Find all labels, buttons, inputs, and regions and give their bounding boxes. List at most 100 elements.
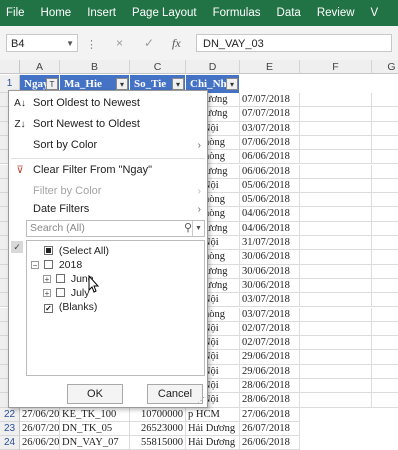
- row-header[interactable]: 23: [0, 422, 20, 436]
- table-cell[interactable]: 07/07/2018: [240, 93, 300, 108]
- menu-item-sort-by-color[interactable]: Sort by Color ›: [9, 135, 207, 156]
- row-header[interactable]: 24: [0, 436, 20, 450]
- table-cell[interactable]: 30/06/2018: [240, 250, 300, 265]
- table-cell[interactable]: 26/06/2018: [240, 436, 300, 450]
- table-cell[interactable]: 07/06/2018: [240, 135, 300, 151]
- table-cell[interactable]: [300, 164, 372, 179]
- table-cell[interactable]: 03/07/2018: [240, 121, 300, 136]
- table-cell[interactable]: [372, 207, 398, 222]
- table-cell[interactable]: [300, 250, 372, 265]
- column-header-d[interactable]: D: [186, 60, 240, 74]
- table-cell[interactable]: [300, 264, 372, 279]
- table-cell[interactable]: [372, 236, 398, 251]
- table-cell[interactable]: [372, 107, 398, 122]
- tab-file[interactable]: File: [0, 7, 33, 19]
- table-cell[interactable]: Hải Dương: [186, 436, 240, 450]
- checkbox-blanks[interactable]: ✓: [43, 304, 53, 313]
- table-cell[interactable]: [372, 279, 398, 294]
- table-cell[interactable]: [372, 165, 398, 179]
- table-cell[interactable]: 02/07/2018: [240, 336, 300, 351]
- chevron-down-icon[interactable]: ▼: [192, 221, 204, 236]
- table-cell[interactable]: 26/07/2018: [20, 422, 60, 436]
- checkbox-july[interactable]: [55, 288, 65, 297]
- table-cell[interactable]: [300, 207, 372, 222]
- table-cell[interactable]: [372, 379, 398, 394]
- table-cell[interactable]: [300, 393, 372, 408]
- table-cell[interactable]: [300, 193, 372, 208]
- filter-dropdown-icon[interactable]: ▾: [116, 78, 128, 90]
- table-cell[interactable]: 28/06/2018: [240, 393, 300, 408]
- table-cell[interactable]: [300, 307, 372, 322]
- table-cell[interactable]: 26/07/2018: [240, 422, 300, 436]
- table-cell[interactable]: [372, 179, 398, 194]
- column-header-c[interactable]: C: [130, 60, 186, 74]
- tree-item-select-all[interactable]: (Select All): [31, 244, 109, 258]
- column-header-e[interactable]: E: [240, 60, 300, 74]
- table-cell[interactable]: [372, 136, 398, 151]
- table-cell[interactable]: Hải Dương: [186, 422, 240, 436]
- filter-dropdown-icon[interactable]: ▾: [172, 78, 184, 90]
- table-cell[interactable]: [372, 365, 398, 379]
- table-cell[interactable]: 30/06/2018: [240, 264, 300, 279]
- column-header-f[interactable]: F: [300, 60, 372, 74]
- menu-item-sort-newest[interactable]: Z↓ Sort Newest to Oldest: [9, 114, 207, 135]
- search-icon[interactable]: ⚲: [184, 221, 192, 236]
- table-cell[interactable]: [372, 308, 398, 322]
- filter-value-list[interactable]: (Select All) − 2018 + June + July ✓ (Bla…: [26, 240, 205, 376]
- table-cell[interactable]: 27/06/2018: [20, 408, 60, 422]
- tree-item-blanks[interactable]: ✓ (Blanks): [31, 300, 97, 314]
- table-cell[interactable]: 03/07/2018: [240, 307, 300, 322]
- column-header-g[interactable]: G: [372, 60, 398, 74]
- table-cell[interactable]: [300, 150, 372, 165]
- table-cell[interactable]: 05/06/2018: [240, 193, 300, 208]
- tree-item-2018[interactable]: − 2018: [31, 258, 82, 272]
- table-cell[interactable]: 29/06/2018: [240, 364, 300, 379]
- filter-search-input[interactable]: Search (All) ⚲ ▼: [26, 220, 205, 237]
- menu-item-clear-filter[interactable]: ⊽ Clear Filter From "Ngay": [9, 160, 207, 181]
- menu-item-sort-oldest[interactable]: A↓ Sort Oldest to Newest: [9, 93, 207, 114]
- ok-button[interactable]: OK: [67, 384, 123, 404]
- table-cell[interactable]: [300, 350, 372, 365]
- column-header-b[interactable]: B: [60, 60, 130, 74]
- cancel-entry-button[interactable]: ×: [116, 36, 123, 50]
- table-cell[interactable]: [372, 250, 398, 265]
- table-cell[interactable]: [372, 393, 398, 408]
- table-cell[interactable]: [300, 93, 372, 108]
- table-cell[interactable]: 03/07/2018: [240, 293, 300, 308]
- table-cell[interactable]: [372, 222, 398, 236]
- menu-item-date-filters[interactable]: Date Filters ›: [9, 199, 207, 220]
- table-cell[interactable]: 04/06/2018: [240, 207, 300, 222]
- table-cell[interactable]: 27/06/2018: [240, 408, 300, 422]
- table-cell[interactable]: [372, 322, 398, 337]
- table-cell[interactable]: [300, 278, 372, 294]
- table-cell[interactable]: [372, 150, 398, 165]
- table-cell[interactable]: [300, 236, 372, 251]
- table-cell[interactable]: DN_TK_05: [60, 422, 130, 436]
- tab-view[interactable]: V: [363, 7, 387, 19]
- table-cell[interactable]: [372, 336, 398, 351]
- table-cell[interactable]: [372, 93, 398, 108]
- table-cell[interactable]: 02/07/2018: [240, 321, 300, 337]
- insert-function-button[interactable]: fx: [172, 36, 181, 51]
- select-all-corner[interactable]: [0, 60, 20, 74]
- table-cell[interactable]: [372, 122, 398, 136]
- table-cell[interactable]: [300, 107, 372, 122]
- expand-icon[interactable]: +: [43, 289, 51, 298]
- table-cell[interactable]: [300, 379, 372, 394]
- tab-home[interactable]: Home: [33, 7, 80, 19]
- cancel-button[interactable]: Cancel: [147, 384, 203, 404]
- table-cell[interactable]: [300, 336, 372, 351]
- tree-item-june[interactable]: + June: [43, 272, 94, 286]
- tree-item-july[interactable]: + July: [43, 286, 90, 300]
- chevron-down-icon[interactable]: ▼: [66, 35, 74, 53]
- tab-page-layout[interactable]: Page Layout: [124, 7, 205, 19]
- table-cell[interactable]: 28/06/2018: [240, 379, 300, 394]
- table-cell[interactable]: [372, 193, 398, 208]
- expand-icon[interactable]: +: [43, 275, 51, 284]
- resize-grip-icon[interactable]: ⋰: [197, 396, 205, 405]
- table-cell[interactable]: [300, 364, 372, 379]
- table-cell[interactable]: 30/06/2018: [240, 278, 300, 294]
- table-cell[interactable]: [372, 350, 398, 365]
- table-cell[interactable]: 31/07/2018: [240, 236, 300, 251]
- table-cell[interactable]: DN_VAY_07: [60, 436, 130, 450]
